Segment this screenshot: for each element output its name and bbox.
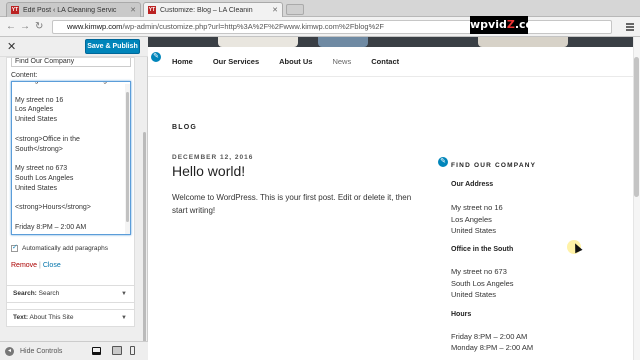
widget-line: South Los Angeles [451,279,514,288]
mobile-preview-icon[interactable] [130,346,135,355]
favicon-icon: YT [148,6,156,14]
customizer-header: ✕ Save & Publish [0,37,148,57]
textarea-line: <strong>Hours</strong> [15,204,91,212]
textarea-line: Friday 8:PM – 2:00 AM [15,224,87,231]
tablet-preview-icon[interactable] [112,346,122,355]
section-label: Text: [13,314,29,321]
textarea-line: <strong>Office in the [15,135,80,143]
widget-line: Friday 8:PM – 2:00 AM [451,332,528,341]
nav-divider [148,76,633,77]
widget-title-input[interactable]: Find Our Company [11,58,131,67]
textarea-line: United States [15,184,58,192]
search-widget-section[interactable]: Search: Search ▼ [6,285,135,303]
textarea-line: Los Angeles [15,106,54,114]
textarea-line: <strong>Our Address</strong> [15,82,111,84]
widget-heading: Office in the South [451,246,514,253]
post-body: Welcome to WordPress. This is your first… [172,193,412,215]
widget-line: My street no 16 [451,203,503,212]
header-image [148,37,640,47]
widget-line: My street no 673 [451,267,507,276]
action-separator: | [39,262,41,269]
auto-paragraphs-option[interactable]: Automatically add paragraphs [11,243,108,252]
close-customizer-icon[interactable]: ✕ [7,40,16,53]
collapse-icon: ◂ [5,347,14,356]
text-widget-section[interactable]: Text: About This Site ▼ [6,309,135,327]
sidebar-scroll-thumb[interactable] [143,132,146,352]
post-date[interactable]: DECEMBER 12, 2016 [172,154,253,161]
page-title: BLOG [172,124,198,131]
textarea-line: My street no 673 [15,165,68,173]
close-tab-icon[interactable]: ✕ [272,6,278,14]
auto-paragraphs-checkbox[interactable] [11,243,18,252]
hide-controls-label: Hide Controls [20,348,63,355]
desktop-preview-icon[interactable] [92,347,101,355]
widget-line: Los Angeles [451,215,492,224]
watermark-logo: wpvidZ.com [470,16,545,34]
nav-item-home[interactable]: Home [172,57,193,66]
widget-line: United States [451,226,497,235]
customizer-sidebar: ✕ Save & Publish Find Our Company Conten… [0,37,148,360]
save-publish-button[interactable]: Save & Publish [85,39,140,54]
customizer-footer: ◂ Hide Controls [0,341,148,360]
widget-heading: Hours [451,311,472,318]
widget-actions: Remove | Close [11,262,61,269]
tab-title: Customize: Blog – LA Cleanin [160,6,253,14]
browser-tab-bar: YT Edit Post ‹ LA Cleaning Servic ✕ YT C… [0,0,640,17]
chevron-down-icon: ▼ [121,315,127,321]
reload-icon[interactable]: ↻ [35,21,43,32]
url-path: /wp-admin/customize.php?url=http%3A%2F%2… [122,22,384,31]
textarea-line: South Los Angeles [15,175,74,182]
forward-icon[interactable]: → [20,21,30,32]
site-navigation: Home Our Services About Us News Contact [172,57,419,66]
close-link[interactable]: Close [43,262,61,269]
textarea-line: United States [15,116,58,124]
textarea-line: Monday 8:PM – 2:00 AM [15,234,92,235]
section-label: Search: [13,290,37,297]
browser-tab-customize[interactable]: YT Customize: Blog – LA Cleanin ✕ [143,2,283,17]
nav-item-our-services[interactable]: Our Services [213,57,259,66]
widget-title: FIND OUR COMPANY [451,162,537,169]
site-preview: ✎ Home Our Services About Us News Contac… [148,37,640,360]
widget-line: United States [451,290,497,299]
widget-content-textarea[interactable]: <strong>Our Address</strong> My street no… [11,81,131,235]
section-value: About This Site [29,314,74,321]
back-icon[interactable]: ← [6,21,16,32]
text-widget-form: Find Our Company Content: <strong>Our Ad… [6,57,135,310]
post-title[interactable]: Hello world! [172,163,245,179]
edit-widget-pencil-icon[interactable]: ✎ [437,156,449,168]
textarea-line: My street no 16 [15,96,64,104]
remove-link[interactable]: Remove [11,262,37,269]
favicon-icon: YT [11,6,19,14]
close-tab-icon[interactable]: ✕ [130,6,136,14]
widget-heading: Our Address [451,181,494,188]
section-value: Search [38,290,60,297]
content-label: Content: [11,72,38,79]
auto-paragraphs-label: Automatically add paragraphs [22,245,108,252]
browser-menu-icon[interactable] [626,23,634,31]
textarea-scroll-thumb[interactable] [126,92,129,222]
nav-item-news[interactable]: News [332,57,351,66]
chevron-down-icon: ▼ [121,291,127,297]
hide-controls-button[interactable]: ◂ Hide Controls [5,347,62,356]
nav-item-contact[interactable]: Contact [371,57,399,66]
tab-title: Edit Post ‹ LA Cleaning Servic [23,6,117,14]
preview-scroll-thumb[interactable] [634,57,639,197]
widget-line: Monday 8:PM – 2:00 AM [451,343,534,352]
textarea-line: South</strong> [15,145,63,153]
nav-item-about-us[interactable]: About Us [279,57,312,66]
browser-tab-edit-post[interactable]: YT Edit Post ‹ LA Cleaning Servic ✕ [6,2,141,17]
url-host: www.kimwp.com [67,22,123,31]
edit-menu-pencil-icon[interactable]: ✎ [150,51,162,63]
new-tab-button[interactable] [286,4,304,15]
